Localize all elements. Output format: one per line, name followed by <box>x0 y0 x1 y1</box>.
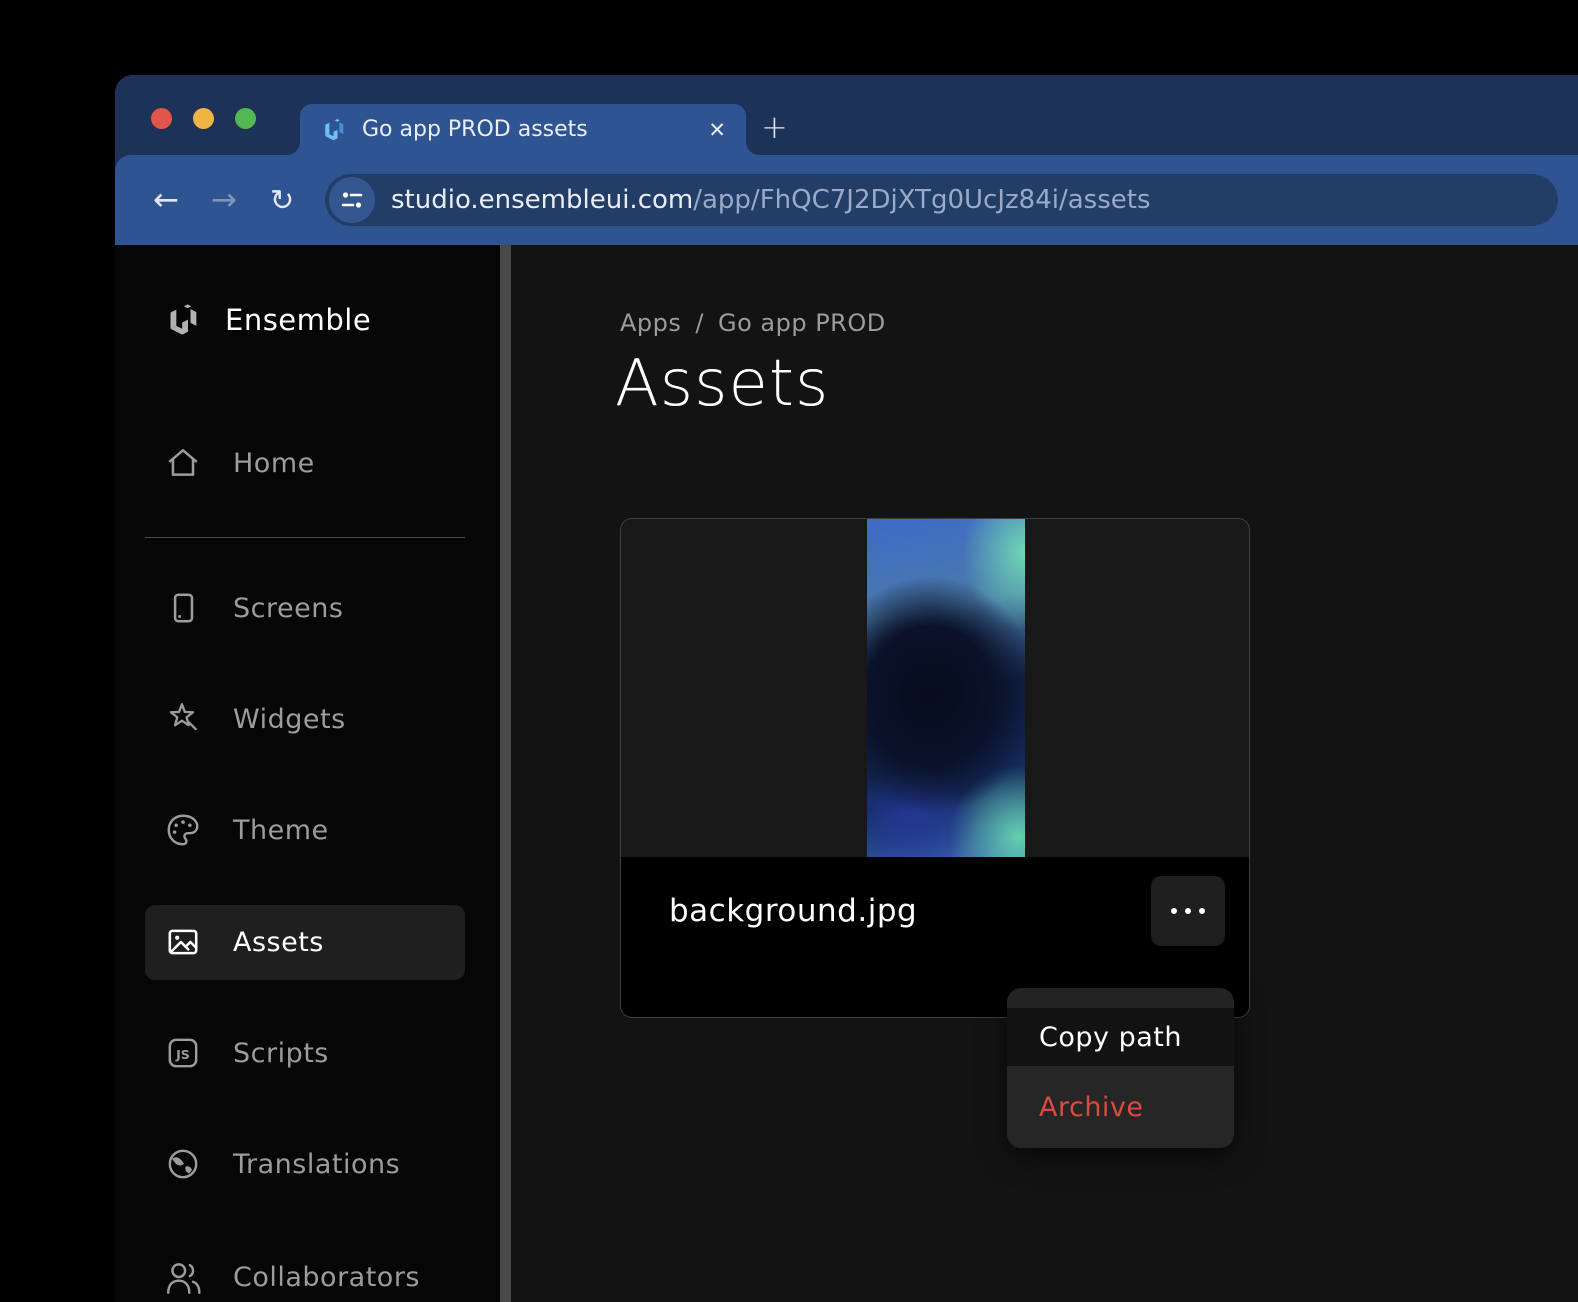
close-window-button[interactable] <box>151 108 172 129</box>
new-tab-button[interactable]: + <box>761 111 788 143</box>
sidebar-item-assets[interactable]: Assets <box>163 915 490 969</box>
maximize-window-button[interactable] <box>235 108 256 129</box>
tab-close-icon[interactable]: ✕ <box>708 118 726 142</box>
home-icon <box>163 443 203 483</box>
translations-globe-icon <box>163 1144 203 1184</box>
sidebar-item-translations[interactable]: Translations <box>163 1137 490 1191</box>
sidebar-item-label: Widgets <box>233 704 346 735</box>
url-path: /app/FhQC7J2DjXTg0UcJz84i/assets <box>693 185 1150 215</box>
menu-item-copy-path[interactable]: Copy path <box>1007 1008 1234 1066</box>
browser-tab[interactable]: Go app PROD assets ✕ <box>300 104 746 155</box>
sidebar-item-label: Translations <box>233 1149 400 1180</box>
brand-row[interactable]: Ensemble <box>163 293 490 347</box>
asset-preview-image <box>867 519 1025 858</box>
sidebar-item-screens[interactable]: Screens <box>163 581 490 635</box>
scripts-js-icon: JS <box>163 1033 203 1073</box>
breadcrumb-apps-link[interactable]: Apps <box>620 309 681 337</box>
sidebar-item-collaborators[interactable]: Collaborators <box>163 1250 490 1302</box>
traffic-lights <box>151 108 256 129</box>
asset-filename: background.jpg <box>669 893 1151 929</box>
sidebar-item-home[interactable]: Home <box>163 436 490 490</box>
sidebar-item-label: Theme <box>233 815 329 846</box>
ensemble-favicon-icon <box>320 116 348 144</box>
tab-strip: Go app PROD assets ✕ + <box>115 75 1578 155</box>
sidebar-item-label: Home <box>233 448 315 479</box>
breadcrumb-separator: / <box>695 309 704 337</box>
dot-icon <box>1185 908 1191 914</box>
sidebar-item-label: Scripts <box>233 1038 329 1069</box>
page-title: Assets <box>615 347 829 421</box>
back-button[interactable]: ← <box>137 185 195 216</box>
assets-image-icon <box>163 922 203 962</box>
asset-more-options-button[interactable] <box>1151 876 1225 946</box>
main-panel: Apps / Go app PROD Assets background.jpg <box>511 245 1578 1302</box>
forward-button[interactable]: → <box>195 185 253 216</box>
app-content: Ensemble Home Screens <box>115 245 1578 1302</box>
sidebar-divider <box>145 537 465 538</box>
url-domain: studio.ensembleui.com <box>391 185 693 215</box>
browser-window: Go app PROD assets ✕ + ← → ↻ <box>115 75 1578 1302</box>
sidebar-item-label: Assets <box>233 927 324 958</box>
address-bar[interactable]: studio.ensembleui.com/app/FhQC7J2DjXTg0U… <box>325 174 1558 226</box>
menu-item-archive[interactable]: Archive <box>1007 1066 1234 1148</box>
breadcrumb: Apps / Go app PROD <box>620 309 886 337</box>
sidebar-item-theme[interactable]: Theme <box>163 803 490 857</box>
sidebar-scrollbar[interactable] <box>500 245 511 1302</box>
site-settings-button[interactable] <box>329 177 375 223</box>
toolbar-wrap: ← → ↻ studio.ensembleui.com/app/FhQ <box>115 155 1578 245</box>
browser-toolbar: ← → ↻ studio.ensembleui.com/app/FhQ <box>115 155 1578 245</box>
dot-icon <box>1171 908 1177 914</box>
tab-title: Go app PROD assets <box>362 117 698 142</box>
breadcrumb-app-link[interactable]: Go app PROD <box>718 309 886 337</box>
brand-name: Ensemble <box>225 303 371 337</box>
asset-context-menu: Copy path Archive <box>1007 988 1234 1148</box>
screens-icon <box>163 588 203 628</box>
svg-text:JS: JS <box>175 1047 190 1062</box>
collaborators-icon <box>163 1257 203 1297</box>
url-text[interactable]: studio.ensembleui.com/app/FhQC7J2DjXTg0U… <box>391 185 1151 215</box>
ensemble-logo-icon <box>163 300 203 340</box>
tune-icon <box>339 187 365 213</box>
sidebar-item-scripts[interactable]: JS Scripts <box>163 1026 490 1080</box>
sidebar-item-widgets[interactable]: Widgets <box>163 692 490 746</box>
reload-button[interactable]: ↻ <box>253 186 311 215</box>
widgets-icon <box>163 699 203 739</box>
theme-palette-icon <box>163 810 203 850</box>
menu-padding <box>1007 988 1234 1008</box>
minimize-window-button[interactable] <box>193 108 214 129</box>
sidebar-item-label: Screens <box>233 593 343 624</box>
dot-icon <box>1199 908 1205 914</box>
sidebar: Ensemble Home Screens <box>115 245 500 1302</box>
sidebar-item-label: Collaborators <box>233 1262 420 1293</box>
asset-card: background.jpg <box>620 518 1250 1018</box>
